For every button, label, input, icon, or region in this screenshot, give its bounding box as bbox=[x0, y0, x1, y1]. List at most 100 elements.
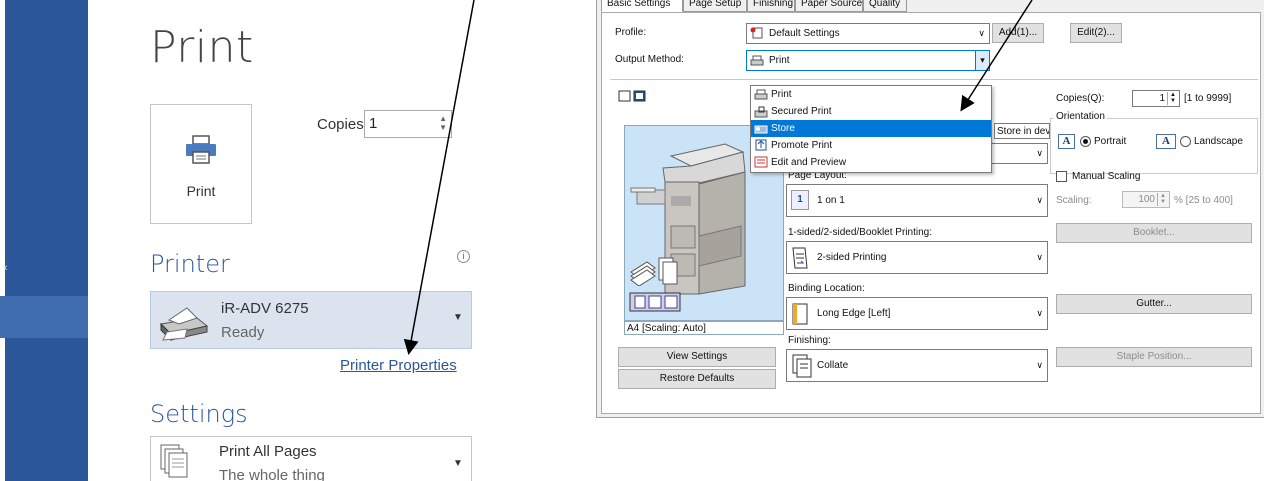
scaling-label: Scaling: bbox=[1056, 195, 1092, 206]
binding-label: Binding Location: bbox=[788, 283, 865, 294]
page-layout-icon: 1 bbox=[791, 190, 809, 210]
chevron-down-icon[interactable]: ▼ bbox=[453, 312, 463, 323]
portrait-label: Portrait bbox=[1094, 136, 1127, 147]
printer-selector[interactable]: iR-ADV 6275 Ready ▼ bbox=[150, 291, 472, 349]
chevron-down-icon[interactable]: ∨ bbox=[978, 28, 985, 39]
copies-value: 1 bbox=[1159, 93, 1165, 104]
sided-value: 2-sided Printing bbox=[817, 252, 887, 263]
copies-spinner-icon[interactable]: ▲ ▼ bbox=[439, 114, 447, 132]
printer-heading: Printer bbox=[150, 250, 230, 278]
portrait-radio[interactable] bbox=[1080, 136, 1091, 147]
output-method-value: Print bbox=[769, 55, 790, 66]
layout-mode-icons[interactable] bbox=[629, 292, 681, 312]
print-icon bbox=[750, 55, 764, 66]
chevron-down-icon[interactable]: ▾ bbox=[975, 51, 989, 70]
chevron-down-icon[interactable]: ∨ bbox=[1036, 308, 1043, 319]
copies-range: [1 to 9999] bbox=[1184, 93, 1232, 104]
print-button[interactable]: Print bbox=[150, 104, 252, 224]
sided-label: 1-sided/2-sided/Booklet Printing: bbox=[788, 227, 932, 238]
preview-caption: A4 [Scaling: Auto] bbox=[624, 321, 784, 335]
copies-label: Copies(Q): bbox=[1056, 93, 1105, 104]
sided-combo[interactable]: 2-sided Printing ∨ bbox=[786, 241, 1048, 274]
collate-icon bbox=[792, 354, 812, 378]
booklet-button[interactable]: Booklet... bbox=[1056, 223, 1252, 243]
chevron-down-icon[interactable]: ▼ bbox=[453, 458, 463, 469]
manual-scaling-label: Manual Scaling bbox=[1072, 171, 1141, 182]
spinner-icon[interactable]: ▲ ▼ bbox=[1157, 193, 1168, 206]
store-icon bbox=[754, 125, 768, 134]
tab-basic-settings[interactable]: Basic Settings bbox=[601, 0, 683, 12]
binding-icon bbox=[792, 303, 808, 325]
scaling-range: % [25 to 400] bbox=[1174, 195, 1233, 206]
output-method-label: Output Method: bbox=[615, 54, 684, 65]
divider bbox=[610, 79, 1258, 80]
landscape-radio[interactable] bbox=[1180, 136, 1191, 147]
add-profile-button[interactable]: Add(1)... bbox=[992, 23, 1044, 43]
screenshot-root: ‹ Print Print Copies: 1 ▲ ▼ Printer i iR-… bbox=[0, 0, 1264, 481]
menu-item-store[interactable]: Store bbox=[751, 120, 991, 137]
tab-quality[interactable]: Quality bbox=[863, 0, 907, 12]
edit-profile-button[interactable]: Edit(2)... bbox=[1070, 23, 1122, 43]
menu-item-secured-print[interactable]: Secured Print bbox=[751, 103, 991, 120]
printer-properties-link[interactable]: Printer Properties bbox=[340, 357, 457, 374]
view-settings-button[interactable]: View Settings bbox=[618, 347, 776, 367]
chevron-down-icon[interactable]: ∨ bbox=[1036, 360, 1043, 371]
finishing-label: Finishing: bbox=[788, 335, 831, 346]
profile-icon bbox=[750, 27, 763, 39]
finishing-value: Collate bbox=[817, 360, 849, 371]
output-method-dropdown: Print Secured Print Store Promote Print … bbox=[750, 85, 992, 173]
edit-preview-icon bbox=[754, 156, 768, 168]
tab-finishing[interactable]: Finishing bbox=[747, 0, 795, 12]
staple-position-button[interactable]: Staple Position... bbox=[1056, 347, 1252, 367]
duplex-icon bbox=[792, 247, 808, 269]
print-range-desc: The whole thing bbox=[219, 467, 325, 481]
nav-item-print-selected[interactable] bbox=[0, 296, 88, 338]
landscape-label: Landscape bbox=[1194, 136, 1243, 147]
menu-item-edit-and-preview[interactable]: Edit and Preview bbox=[751, 154, 991, 171]
tab-page-setup[interactable]: Page Setup bbox=[683, 0, 747, 12]
page-layout-combo[interactable]: 1 1 on 1 ∨ bbox=[786, 184, 1048, 217]
printer-properties-dialog: Basic Settings Page Setup Finishing Pape… bbox=[596, 0, 1264, 418]
landscape-preview-icon: A bbox=[1156, 134, 1176, 149]
pages-icon bbox=[160, 444, 188, 478]
binding-combo[interactable]: Long Edge [Left] ∨ bbox=[786, 297, 1048, 330]
store-tooltip: Store in device. bbox=[994, 123, 1050, 139]
manual-scaling-checkbox[interactable] bbox=[1056, 171, 1067, 182]
chevron-down-icon[interactable]: ∨ bbox=[1036, 148, 1043, 159]
page-layout-value: 1 on 1 bbox=[817, 195, 845, 206]
chevron-down-icon[interactable]: ∨ bbox=[1036, 195, 1043, 206]
copies-input[interactable]: 1 ▲ ▼ bbox=[364, 110, 452, 138]
restore-defaults-button[interactable]: Restore Defaults bbox=[618, 369, 776, 389]
backstage-nav: ‹ bbox=[0, 0, 88, 481]
nav-chevron-icon[interactable]: ‹ bbox=[4, 262, 8, 274]
page-title: Print bbox=[150, 22, 254, 73]
print-range-selector[interactable]: Print All Pages The whole thing ▼ bbox=[150, 436, 472, 481]
scaling-value: 100 bbox=[1138, 194, 1155, 205]
binding-value: Long Edge [Left] bbox=[817, 308, 891, 319]
output-stack-icon bbox=[630, 257, 678, 286]
print-icon bbox=[754, 89, 768, 100]
menu-item-print[interactable]: Print bbox=[751, 86, 991, 103]
promote-print-icon bbox=[755, 139, 767, 151]
profile-label: Profile: bbox=[615, 27, 647, 38]
chevron-down-icon[interactable]: ∨ bbox=[1036, 252, 1043, 263]
finishing-combo[interactable]: Collate ∨ bbox=[786, 349, 1048, 382]
profile-value: Default Settings bbox=[769, 28, 840, 39]
print-range-title: Print All Pages bbox=[219, 443, 317, 460]
gutter-button[interactable]: Gutter... bbox=[1056, 294, 1252, 314]
info-icon[interactable]: i bbox=[457, 250, 470, 263]
copies-label: Copies: bbox=[317, 116, 368, 133]
settings-heading: Settings bbox=[150, 400, 248, 428]
print-button-label: Print bbox=[186, 183, 216, 199]
copies-spinbox[interactable]: 1 ▲ ▼ bbox=[1132, 90, 1180, 107]
copies-value: 1 bbox=[369, 115, 378, 132]
menu-item-promote-print[interactable]: Promote Print bbox=[751, 137, 991, 154]
profile-combo[interactable]: Default Settings ∨ bbox=[746, 23, 990, 44]
scaling-spinbox[interactable]: 100 ▲ ▼ bbox=[1122, 191, 1170, 208]
spinner-icon[interactable]: ▲ ▼ bbox=[1167, 92, 1178, 105]
output-method-combo[interactable]: Print ▾ bbox=[746, 50, 990, 71]
view-toggle-icons[interactable] bbox=[618, 90, 648, 102]
portrait-preview-icon: A bbox=[1058, 134, 1075, 149]
printer-device-icon bbox=[159, 307, 209, 342]
tab-paper-source[interactable]: Paper Source bbox=[795, 0, 863, 12]
